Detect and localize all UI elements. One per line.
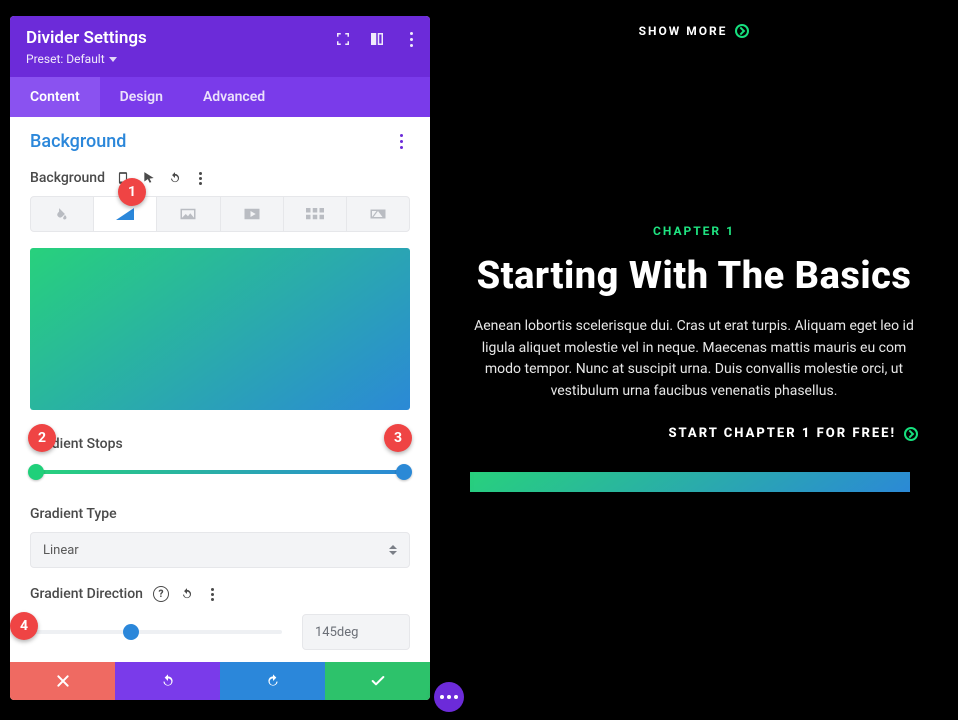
gradient-stops-track bbox=[36, 470, 404, 474]
gradient-preview bbox=[30, 248, 410, 410]
gradient-stops-slider[interactable] bbox=[30, 464, 410, 480]
tab-advanced[interactable]: Advanced bbox=[183, 77, 285, 117]
tab-design[interactable]: Design bbox=[100, 77, 183, 117]
panel-footer bbox=[10, 662, 430, 700]
reset-direction-icon[interactable] bbox=[179, 586, 195, 602]
preset-dropdown[interactable]: Preset: Default bbox=[26, 52, 117, 66]
gradient-type-label: Gradient Type bbox=[30, 506, 410, 522]
range-handle[interactable] bbox=[123, 624, 139, 640]
hero-title: Starting With The Basics bbox=[430, 254, 958, 298]
field-more-icon[interactable] bbox=[193, 170, 209, 186]
bg-type-image[interactable] bbox=[157, 197, 220, 231]
callout-3: 3 bbox=[384, 424, 412, 452]
tab-content[interactable]: Content bbox=[10, 77, 100, 117]
panel-header: Divider Settings Preset: Default bbox=[10, 16, 430, 77]
start-chapter-cta[interactable]: START CHAPTER 1 FOR FREE! bbox=[668, 426, 918, 441]
gradient-direction-slider[interactable] bbox=[30, 624, 282, 640]
panel-header-actions bbox=[334, 30, 420, 48]
chapter-eyebrow: CHAPTER 1 bbox=[430, 224, 958, 238]
gradient-direction-control: 145deg bbox=[30, 614, 410, 650]
divider-settings-panel: Divider Settings Preset: Default Content… bbox=[10, 16, 430, 700]
cancel-button[interactable] bbox=[10, 662, 115, 700]
caret-down-icon bbox=[109, 57, 117, 62]
updown-icon bbox=[389, 545, 397, 555]
gradient-stop-end[interactable] bbox=[396, 464, 412, 480]
redo-button[interactable] bbox=[220, 662, 325, 700]
cta-label: START CHAPTER 1 FOR FREE! bbox=[668, 426, 896, 441]
callout-1: 1 bbox=[118, 178, 146, 206]
more-icon[interactable] bbox=[402, 30, 420, 48]
divider-gradient-preview bbox=[470, 472, 910, 492]
bg-type-pattern[interactable] bbox=[284, 197, 347, 231]
hero-copy: Aenean lobortis scelerisque dui. Cras ut… bbox=[470, 316, 918, 403]
gradient-direction-label: Gradient Direction bbox=[30, 586, 143, 602]
panel-tabs: Content Design Advanced bbox=[10, 77, 430, 117]
gradient-direction-row: Gradient Direction ? bbox=[30, 586, 410, 602]
save-button[interactable] bbox=[325, 662, 430, 700]
show-more-label: SHOW MORE bbox=[639, 24, 728, 38]
show-more-wrap: SHOW MORE bbox=[430, 20, 958, 39]
section-menu-icon[interactable] bbox=[392, 133, 410, 151]
bg-type-mask[interactable] bbox=[347, 197, 409, 231]
section-title: Background bbox=[30, 131, 126, 152]
expand-icon[interactable] bbox=[334, 30, 352, 48]
stage: SHOW MORE CHAPTER 1 Starting With The Ba… bbox=[0, 0, 958, 720]
background-type-tabs bbox=[30, 196, 410, 232]
gradient-type-select[interactable]: Linear bbox=[30, 532, 410, 568]
gradient-type-select-wrap: Linear bbox=[30, 532, 410, 568]
panel-body: Background Background bbox=[10, 117, 430, 662]
arrow-circle-icon bbox=[735, 24, 749, 38]
bg-type-color[interactable] bbox=[31, 197, 94, 231]
reset-icon[interactable] bbox=[167, 170, 183, 186]
gradient-stop-start[interactable] bbox=[28, 464, 44, 480]
builder-fab[interactable] bbox=[434, 682, 464, 712]
gradient-type-value: Linear bbox=[43, 543, 79, 558]
snap-icon[interactable] bbox=[368, 30, 386, 48]
show-more-link[interactable]: SHOW MORE bbox=[639, 24, 750, 38]
gradient-stops-label: Gradient Stops bbox=[30, 436, 410, 452]
page-preview: SHOW MORE CHAPTER 1 Starting With The Ba… bbox=[430, 0, 958, 700]
range-track bbox=[30, 630, 282, 634]
bg-type-video[interactable] bbox=[221, 197, 284, 231]
gradient-direction-value: 145deg bbox=[315, 625, 358, 640]
section-head: Background bbox=[30, 131, 410, 152]
callout-4: 4 bbox=[10, 612, 38, 640]
direction-more-icon[interactable] bbox=[205, 586, 221, 602]
callout-2: 2 bbox=[28, 424, 56, 452]
arrow-circle-icon bbox=[904, 427, 918, 441]
background-label-row: Background bbox=[30, 170, 410, 186]
cta-wrap: START CHAPTER 1 FOR FREE! bbox=[430, 422, 918, 441]
preset-label: Preset: Default bbox=[26, 52, 105, 66]
background-label: Background bbox=[30, 170, 105, 186]
gradient-direction-input[interactable]: 145deg bbox=[302, 614, 410, 650]
undo-button[interactable] bbox=[115, 662, 220, 700]
help-icon[interactable]: ? bbox=[153, 586, 169, 602]
